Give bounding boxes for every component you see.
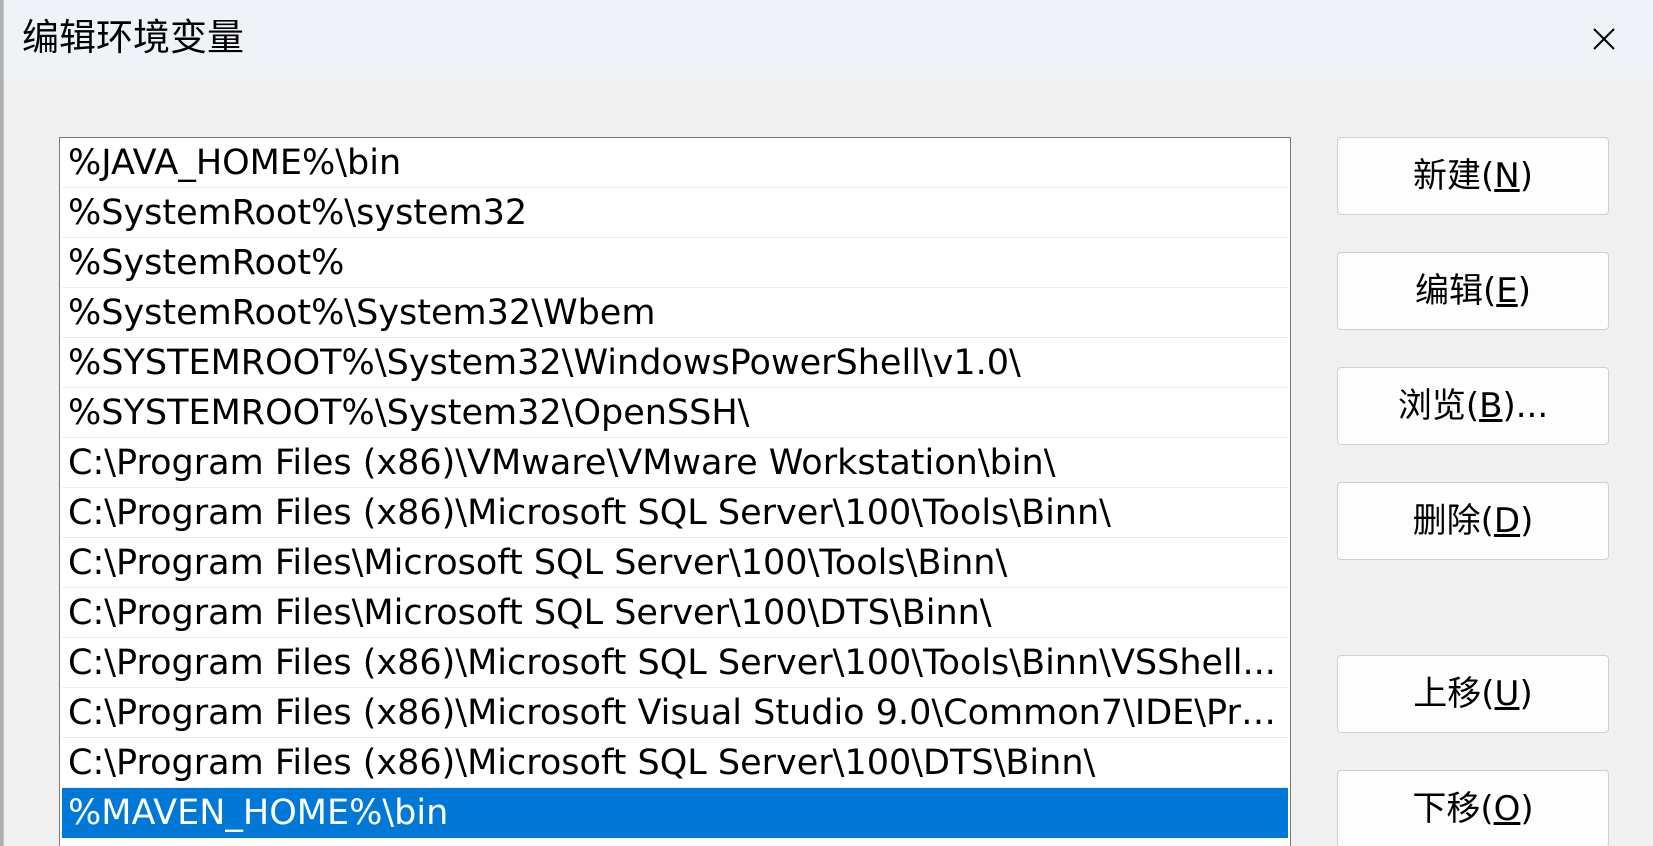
edit-button[interactable]: 编辑(E)	[1337, 252, 1609, 330]
browse-button-accesskey: B	[1479, 386, 1503, 426]
move-up-button-accesskey: U	[1494, 674, 1520, 714]
move-up-button[interactable]: 上移(U)	[1337, 655, 1609, 733]
path-list-item[interactable]: C:\Program Files (x86)\Microsoft SQL Ser…	[62, 738, 1288, 788]
browse-button-suffix: )...	[1502, 386, 1549, 426]
path-list-item[interactable]: C:\Program Files\Microsoft SQL Server\10…	[62, 538, 1288, 588]
delete-button-label: 删除(	[1412, 501, 1494, 541]
new-button-suffix: )	[1519, 156, 1533, 196]
move-up-button-suffix: )	[1519, 674, 1533, 714]
path-list-item[interactable]: %SYSTEMROOT%\System32\OpenSSH\	[62, 388, 1288, 438]
path-list-item[interactable]: %SystemRoot%\System32\Wbem	[62, 288, 1288, 338]
path-list-item[interactable]: C:\Program Files\Microsoft SQL Server\10…	[62, 588, 1288, 638]
path-list-item[interactable]: C:\Program Files (x86)\Microsoft SQL Ser…	[62, 488, 1288, 538]
move-up-button-label: 上移(	[1413, 674, 1495, 714]
move-down-button-accesskey: O	[1493, 789, 1521, 829]
new-button-label: 新建(	[1413, 156, 1495, 196]
path-list-item[interactable]: C:\Program Files (x86)\Microsoft SQL Ser…	[62, 638, 1288, 688]
path-list-item[interactable]: C:\Program Files (x86)\VMware\VMware Wor…	[62, 438, 1288, 488]
path-list-item[interactable]: %SystemRoot%\system32	[62, 188, 1288, 238]
move-down-button-suffix: )	[1520, 789, 1534, 829]
edit-button-suffix: )	[1517, 271, 1531, 311]
move-down-button[interactable]: 下移(O)	[1337, 770, 1609, 846]
delete-button[interactable]: 删除(D)	[1337, 482, 1609, 560]
dialog-title: 编辑环境变量	[22, 16, 244, 59]
path-list-item-selected[interactable]: %MAVEN_HOME%\bin	[62, 788, 1288, 838]
path-list[interactable]: %JAVA_HOME%\bin %SystemRoot%\system32 %S…	[59, 137, 1291, 846]
path-list-item[interactable]: %SYSTEMROOT%\System32\WindowsPowerShell\…	[62, 338, 1288, 388]
path-list-item[interactable]: %JAVA_HOME%\bin	[62, 138, 1288, 188]
new-button-accesskey: N	[1494, 156, 1520, 196]
delete-button-suffix: )	[1520, 501, 1534, 541]
close-button[interactable]	[1554, 0, 1653, 78]
edit-button-accesskey: E	[1496, 271, 1518, 311]
path-list-item[interactable]: %SystemRoot%	[62, 238, 1288, 288]
close-icon	[1593, 28, 1615, 50]
browse-button-label: 浏览(	[1397, 386, 1480, 426]
move-down-button-label: 下移(	[1412, 789, 1494, 829]
edit-environment-variable-dialog: 编辑环境变量 %JAVA_HOME%\bin %SystemRoot%\syst…	[3, 0, 1653, 846]
path-list-item[interactable]: C:\Program Files (x86)\Microsoft Visual …	[62, 688, 1288, 738]
title-bar[interactable]: 编辑环境变量	[4, 0, 1653, 78]
delete-button-accesskey: D	[1493, 501, 1521, 541]
new-button[interactable]: 新建(N)	[1337, 137, 1609, 215]
edit-button-label: 编辑(	[1414, 271, 1497, 311]
browse-button[interactable]: 浏览(B)...	[1337, 367, 1609, 445]
